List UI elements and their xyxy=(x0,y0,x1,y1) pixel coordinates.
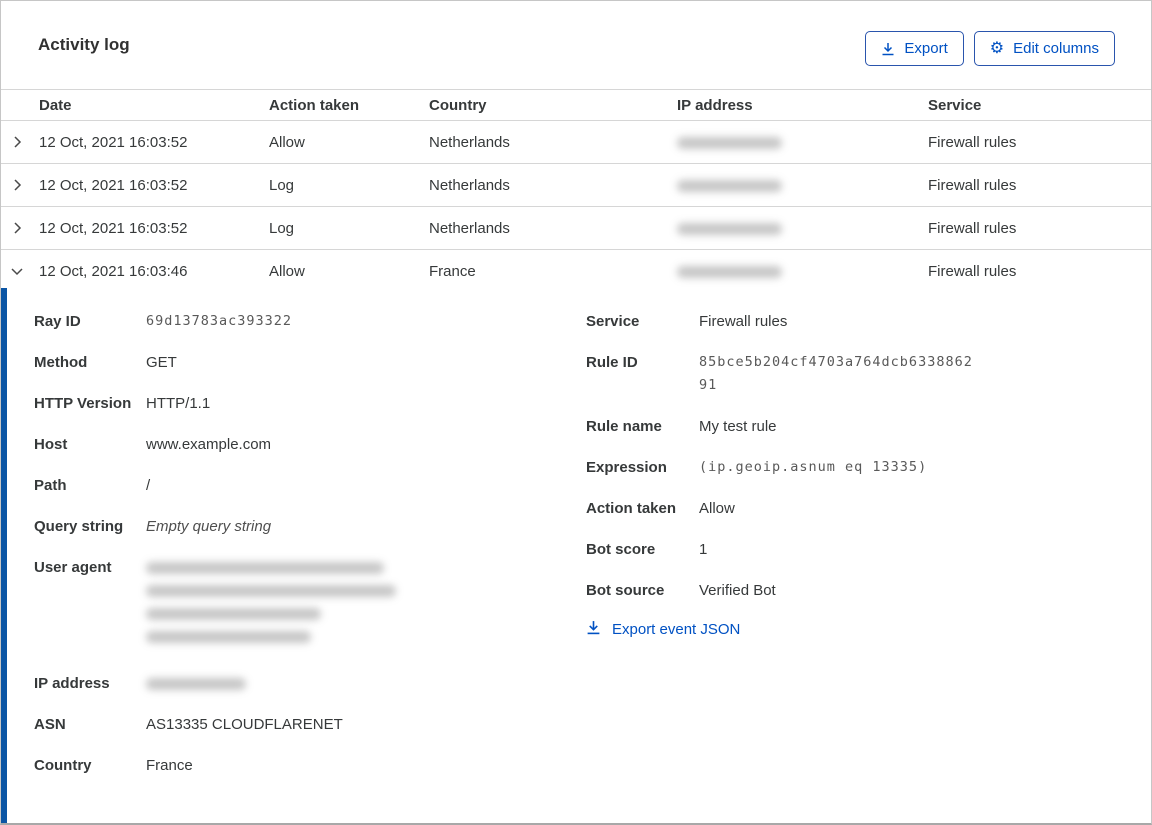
export-button-label: Export xyxy=(904,40,948,57)
col-header-date: Date xyxy=(39,96,72,114)
col-header-action: Action taken xyxy=(269,96,360,114)
detail-column-right: Service Firewall rules Rule ID 85bce5b20… xyxy=(580,310,1151,823)
edit-columns-label: Edit columns xyxy=(1013,40,1099,57)
export-event-json-link[interactable]: Export event JSON xyxy=(586,620,1151,639)
col-header-ip: IP address xyxy=(677,96,753,114)
detail-row-ray-id: Ray ID 69d13783ac393322 xyxy=(34,313,293,330)
activity-table: Date Action taken Country IP address Ser… xyxy=(1,89,1151,292)
event-detail-panel: Ray ID 69d13783ac393322 Method GET HTTP … xyxy=(1,288,1151,823)
detail-row-user-agent: User agent xyxy=(34,556,580,654)
table-header-row: Date Action taken Country IP address Ser… xyxy=(1,89,1151,121)
detail-row-host: Host www.example.com xyxy=(34,436,272,453)
detail-row-bot-score: Bot score 1 xyxy=(586,541,708,558)
cell-date: 12 Oct, 2021 16:03:46 xyxy=(39,262,188,280)
detail-row-asn: ASN AS13335 CLOUDFLARENET xyxy=(34,716,343,733)
cell-date: 12 Oct, 2021 16:03:52 xyxy=(39,176,188,194)
detail-row-query-string: Query string Empty query string xyxy=(34,518,272,535)
detail-row-rule-id: Rule ID 85bce5b204cf4703a764dcb633886291 xyxy=(586,354,973,393)
detail-row-service: Service Firewall rules xyxy=(586,313,788,330)
header-actions: Export ⚙ Edit columns xyxy=(865,31,1115,66)
table-row[interactable]: 12 Oct, 2021 16:03:52 Allow Netherlands … xyxy=(1,121,1151,164)
download-icon xyxy=(586,620,601,639)
gear-icon: ⚙ xyxy=(989,39,1005,57)
col-header-country: Country xyxy=(429,96,487,114)
col-header-service: Service xyxy=(928,96,982,114)
activity-log-panel: Activity log Export ⚙ Edit columns Date … xyxy=(0,0,1152,825)
detail-row-expression: Expression (ip.geoip.asnum eq 13335) xyxy=(586,459,928,476)
cell-action: Log xyxy=(269,176,295,194)
detail-row-action-taken: Action taken Allow xyxy=(586,500,735,517)
cell-service: Firewall rules xyxy=(928,133,1017,151)
ip-redacted xyxy=(146,672,246,695)
cell-action: Allow xyxy=(269,133,305,151)
detail-row-path: Path / xyxy=(34,477,151,494)
detail-row-method: Method GET xyxy=(34,354,177,371)
cell-ip-redacted xyxy=(677,177,928,194)
collapse-chevron-icon[interactable] xyxy=(1,264,39,278)
detail-column-left: Ray ID 69d13783ac393322 Method GET HTTP … xyxy=(34,310,580,823)
cell-country: France xyxy=(429,262,476,280)
cell-ip-redacted xyxy=(677,220,928,237)
table-row-expanded[interactable]: 12 Oct, 2021 16:03:46 Allow France Firew… xyxy=(1,250,1151,292)
cell-country: Netherlands xyxy=(429,176,510,194)
user-agent-redacted xyxy=(146,556,396,654)
edit-columns-button[interactable]: ⚙ Edit columns xyxy=(973,31,1115,66)
cell-action: Allow xyxy=(269,262,305,280)
detail-row-ip-address: IP address xyxy=(34,672,580,695)
expand-chevron-icon[interactable] xyxy=(1,135,39,149)
detail-row-http-version: HTTP Version HTTP/1.1 xyxy=(34,395,211,412)
cell-date: 12 Oct, 2021 16:03:52 xyxy=(39,133,188,151)
cell-action: Log xyxy=(269,219,295,237)
cell-country: Netherlands xyxy=(429,219,510,237)
download-icon xyxy=(881,42,895,56)
export-button[interactable]: Export xyxy=(865,31,964,66)
export-event-json-label: Export event JSON xyxy=(612,621,741,638)
table-row[interactable]: 12 Oct, 2021 16:03:52 Log Netherlands Fi… xyxy=(1,164,1151,207)
detail-row-rule-name: Rule name My test rule xyxy=(586,418,777,435)
expand-chevron-icon[interactable] xyxy=(1,221,39,235)
detail-row-country: Country France xyxy=(34,757,193,774)
cell-service: Firewall rules xyxy=(928,176,1017,194)
cell-ip-redacted xyxy=(677,263,928,280)
cell-country: Netherlands xyxy=(429,133,510,151)
table-row[interactable]: 12 Oct, 2021 16:03:52 Log Netherlands Fi… xyxy=(1,207,1151,250)
expand-chevron-icon[interactable] xyxy=(1,178,39,192)
page-title: Activity log xyxy=(38,35,130,54)
cell-service: Firewall rules xyxy=(928,262,1017,280)
cell-service: Firewall rules xyxy=(928,219,1017,237)
cell-date: 12 Oct, 2021 16:03:52 xyxy=(39,219,188,237)
detail-row-bot-source: Bot source Verified Bot xyxy=(586,582,776,599)
cell-ip-redacted xyxy=(677,134,928,151)
